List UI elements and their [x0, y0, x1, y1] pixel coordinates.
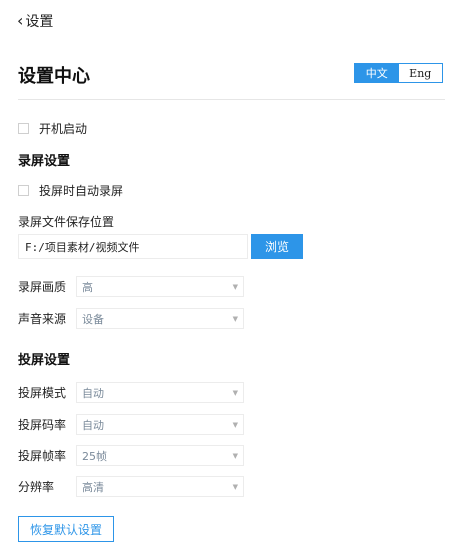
language-switch: 中文 Eng [354, 63, 443, 83]
chevron-down-icon: ▼ [232, 420, 238, 429]
recording-section-title: 录屏设置 [18, 154, 71, 169]
browse-button[interactable]: 浏览 [251, 234, 303, 259]
audio-source-row: 声音来源 设备 ▼ [18, 308, 244, 329]
cast-mode-select[interactable]: 自动 ▼ [76, 382, 244, 403]
cast-framerate-row: 投屏帧率 25帧 ▼ [18, 445, 244, 466]
save-path-value: F:/项目素材/视频文件 [25, 240, 140, 254]
language-option-english[interactable]: Eng [398, 64, 442, 82]
save-path-label: 录屏文件保存位置 [18, 215, 115, 229]
cast-framerate-label: 投屏帧率 [18, 449, 67, 463]
auto-record-label: 投屏时自动录屏 [39, 184, 124, 198]
audio-source-select[interactable]: 设备 ▼ [76, 308, 244, 329]
quality-label: 录屏画质 [18, 280, 67, 294]
quality-select[interactable]: 高 ▼ [76, 276, 244, 297]
quality-row: 录屏画质 高 ▼ [18, 276, 244, 297]
cast-framerate-select[interactable]: 25帧 ▼ [76, 445, 244, 466]
chevron-left-icon: ‹ [17, 11, 24, 30]
audio-source-value: 设备 [82, 312, 104, 326]
quality-value: 高 [82, 280, 93, 294]
autostart-checkbox[interactable] [18, 123, 29, 134]
cast-mode-value: 自动 [82, 386, 104, 400]
cast-mode-row: 投屏模式 自动 ▼ [18, 382, 244, 403]
auto-record-checkbox[interactable] [18, 185, 29, 196]
header-divider [18, 99, 445, 100]
autostart-label: 开机启动 [39, 122, 88, 136]
resolution-value: 高清 [82, 480, 104, 494]
back-label: 设置 [25, 14, 54, 30]
reset-defaults-button[interactable]: 恢复默认设置 [18, 516, 114, 542]
cast-bitrate-label: 投屏码率 [18, 418, 67, 432]
resolution-row: 分辨率 高清 ▼ [18, 476, 244, 497]
audio-source-label: 声音来源 [18, 312, 67, 326]
chevron-down-icon: ▼ [232, 314, 238, 323]
casting-section-title: 投屏设置 [18, 353, 71, 368]
cast-framerate-value: 25帧 [82, 449, 107, 463]
resolution-select[interactable]: 高清 ▼ [76, 476, 244, 497]
save-path-input[interactable]: F:/项目素材/视频文件 [18, 234, 248, 259]
page-title: 设置中心 [18, 66, 90, 87]
cast-bitrate-select[interactable]: 自动 ▼ [76, 414, 244, 435]
cast-bitrate-value: 自动 [82, 418, 104, 432]
chevron-down-icon: ▼ [232, 482, 238, 491]
auto-record-row: 投屏时自动录屏 [18, 182, 123, 199]
chevron-down-icon: ▼ [232, 451, 238, 460]
autostart-row: 开机启动 [18, 120, 87, 137]
resolution-label: 分辨率 [18, 480, 55, 494]
chevron-down-icon: ▼ [232, 388, 238, 397]
cast-bitrate-row: 投屏码率 自动 ▼ [18, 414, 244, 435]
cast-mode-label: 投屏模式 [18, 386, 67, 400]
chevron-down-icon: ▼ [232, 282, 238, 291]
language-option-chinese[interactable]: 中文 [355, 64, 399, 82]
back-button[interactable]: ‹ 设置 [17, 11, 53, 31]
